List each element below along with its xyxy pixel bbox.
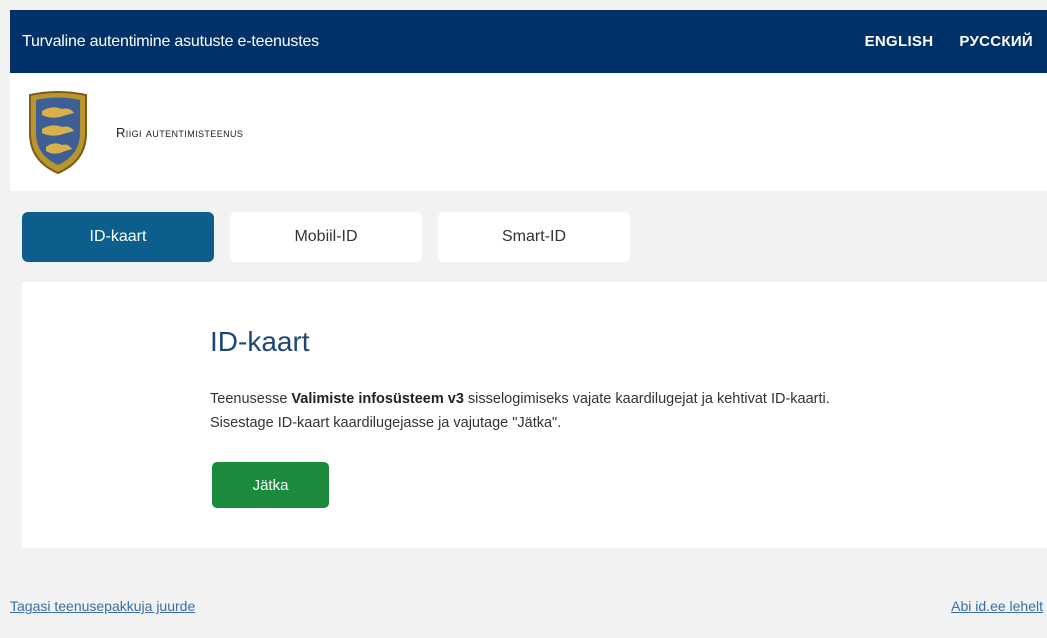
help-link[interactable]: Abi id.ee lehelt: [951, 598, 1043, 614]
panel-heading: ID-kaart: [210, 326, 310, 357]
top-bar: Turvaline autentimine asutuste e-teenust…: [10, 10, 1047, 73]
brand-bar: Riigi autentimisteenus: [10, 73, 1047, 191]
continue-button[interactable]: Jätka: [212, 462, 329, 508]
auth-method-tabs: ID-kaart Mobiil-ID Smart-ID: [22, 212, 630, 262]
tab-smart-id[interactable]: Smart-ID: [438, 212, 630, 262]
instructions: Teenusesse Valimiste infosüsteem v3 siss…: [210, 387, 1030, 435]
language-russian-link[interactable]: РУССКИЙ: [959, 33, 1033, 50]
service-name: Riigi autentimisteenus: [116, 124, 244, 140]
language-switcher: ENGLISH РУССКИЙ: [865, 33, 1033, 50]
site-title: Turvaline autentimine asutuste e-teenust…: [22, 32, 319, 50]
instructions-line-2: Sisestage ID-kaart kaardilugejasse ja va…: [210, 415, 562, 431]
instructions-prefix: Teenusesse: [210, 391, 292, 407]
instructions-suffix: sisselogimiseks vajate kaardilugejat ja …: [463, 391, 830, 407]
language-english-link[interactable]: ENGLISH: [865, 33, 934, 50]
tab-mobile-id[interactable]: Mobiil-ID: [230, 212, 422, 262]
estonian-coat-of-arms-icon: [29, 91, 87, 175]
id-card-panel: ID-kaart Teenusesse Valimiste infosüstee…: [22, 282, 1047, 548]
back-to-provider-link[interactable]: Tagasi teenusepakkuja juurde: [10, 598, 195, 614]
service-name-bold: Valimiste infosüsteem v3: [291, 391, 464, 407]
tab-id-card[interactable]: ID-kaart: [22, 212, 214, 262]
